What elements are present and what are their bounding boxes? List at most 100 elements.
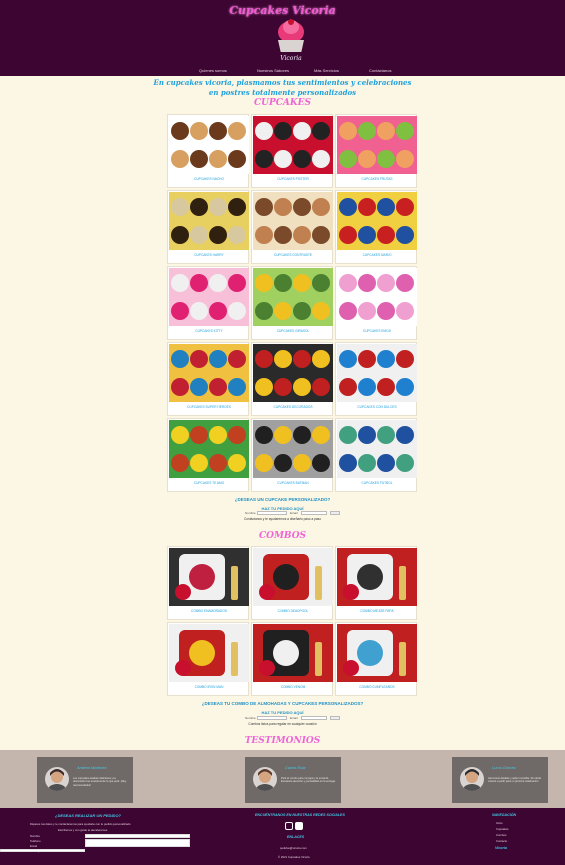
send-button[interactable]	[330, 511, 340, 515]
footer-send-bar[interactable]	[0, 849, 85, 852]
cupcake-photo[interactable]	[337, 192, 417, 250]
svg-text:Vicoria: Vicoria	[280, 55, 302, 62]
cupcake-photo[interactable]	[253, 420, 333, 478]
combo-card[interactable]: COMBO ENAMORADOS	[167, 546, 249, 620]
footer-menu-item[interactable]: Contacto	[496, 839, 507, 843]
cupcake-photo[interactable]	[169, 268, 249, 326]
cupcake-label[interactable]: CUPCAKES HARRY	[168, 253, 250, 257]
cupcake-label[interactable]: CUPCAKES PÓSTER	[252, 177, 334, 181]
cupcake-photo[interactable]	[337, 268, 417, 326]
cupcake-card[interactable]: CUPCAKES MARIO	[335, 190, 417, 264]
cupcake-card[interactable]: CUPCAKES HARRY	[167, 190, 249, 264]
combo-name-input[interactable]	[257, 716, 287, 720]
combo-label[interactable]: COMBO DEADPOOL	[252, 609, 334, 613]
testimonial-text: Hermosos detalles y sabor increíble. Sin…	[488, 777, 541, 784]
combo-card[interactable]: COMBO DEADPOOL	[251, 546, 333, 620]
cupcake-label[interactable]: CUPCAKES CON DULCES	[336, 405, 418, 409]
brand-title[interactable]: Cupcakes Vicoria	[0, 4, 565, 17]
cupcake-photo[interactable]	[337, 420, 417, 478]
cupcake-card[interactable]: CUPCAKES GIRASOL	[251, 266, 333, 340]
combo-photo[interactable]	[253, 624, 333, 682]
email-input[interactable]	[301, 511, 327, 515]
facebook-icon[interactable]	[295, 822, 303, 830]
nav-quienes-somos[interactable]: Quienes somos	[199, 68, 227, 73]
cupcake-card[interactable]: CUPCAKES KITTY	[167, 266, 249, 340]
cupcake-label[interactable]: CUPCAKES BATMAN	[252, 481, 334, 485]
cupcake-label[interactable]: CUPCAKES NACHO	[168, 177, 250, 181]
footer-field-label-name: Nombre	[30, 834, 40, 838]
combo-photo[interactable]	[169, 548, 249, 606]
name-input[interactable]	[257, 511, 287, 515]
cupcake-card[interactable]: CUPCAKES PÓSTER	[251, 114, 333, 188]
combo-ask-note: Combos listos para regalar en cualquier …	[248, 722, 317, 726]
combo-label[interactable]: COMBO CUMPLEAÑOS	[336, 685, 418, 689]
cupcake-label[interactable]: CUPCAKES DECORADOS	[252, 405, 334, 409]
cupcake-photo[interactable]	[337, 116, 417, 174]
cupcake-label[interactable]: CUPCAKES KITTY	[168, 329, 250, 333]
tagline: En cupcakes vicoria, plasmamos tus senti…	[150, 78, 415, 98]
combo-label[interactable]: COMBO VENOM	[252, 685, 334, 689]
cupcake-photo[interactable]	[253, 116, 333, 174]
cupcake-label[interactable]: CUPCAKES GIRASOL	[252, 329, 334, 333]
cupcake-card[interactable]: CUPCAKES SUPER HÉROES	[167, 342, 249, 416]
footer-name-input[interactable]	[85, 834, 190, 838]
cupcake-card[interactable]: CUPCAKES TE AMO	[167, 418, 249, 492]
logo-cupcake-icon[interactable]: Vicoria	[270, 18, 312, 66]
testimonial-name: Andrea Martínez	[77, 765, 107, 770]
footer-menu-item[interactable]: Combos	[496, 833, 506, 837]
combo-send-button[interactable]	[330, 716, 340, 720]
combo-email-input[interactable]	[301, 716, 327, 720]
footer-contact-line-2: Escríbenos y con gusto te atenderemos	[58, 828, 108, 832]
combo-photo[interactable]	[337, 624, 417, 682]
combo-photo[interactable]	[169, 624, 249, 682]
cupcake-label[interactable]: CUPCAKES FÚTBOL	[336, 481, 418, 485]
cupcake-card[interactable]: CUPCAKES NACHO	[167, 114, 249, 188]
cupcake-photo[interactable]	[169, 116, 249, 174]
footer-message-input[interactable]	[85, 839, 190, 847]
cupcake-photo[interactable]	[253, 192, 333, 250]
combo-photo[interactable]	[253, 548, 333, 606]
combo-label[interactable]: COMBO IRON MAN	[168, 685, 250, 689]
cupcake-label[interactable]: CUPCAKES EMOJI	[336, 329, 418, 333]
combo-photo[interactable]	[337, 548, 417, 606]
nav-contacto[interactable]: Contáctanos	[369, 68, 391, 73]
combo-label[interactable]: COMBO ENAMORADOS	[168, 609, 250, 613]
cupcake-card[interactable]: CUPCAKES FRUTAS	[335, 114, 417, 188]
footer-field-label-phone: Teléfono	[30, 839, 41, 843]
combo-label[interactable]: COMBO MEJOR PAPÁ	[336, 609, 418, 613]
footer-menu-item[interactable]: Cupcakes	[496, 827, 508, 831]
cupcake-card[interactable]: CUPCAKES BATMAN	[251, 418, 333, 492]
combo-card[interactable]: COMBO CUMPLEAÑOS	[335, 622, 417, 696]
cupcake-label[interactable]: CUPCAKES FRUTAS	[336, 177, 418, 181]
cupcake-label[interactable]: CUPCAKES SUPER HÉROES	[168, 405, 250, 409]
footer-menu-title: NAVEGACIÓN	[492, 813, 517, 817]
combo-order-link[interactable]: HAZ TU PEDIDO AQUÍ	[0, 710, 565, 715]
combo-card[interactable]: COMBO MEJOR PAPÁ	[335, 546, 417, 620]
cupcake-photo[interactable]	[169, 420, 249, 478]
nav-sabores[interactable]: Nuestros Sabores	[257, 68, 289, 73]
name-label: Nombre	[245, 511, 256, 515]
footer-email[interactable]: pedidos@vicoria.com	[280, 846, 307, 850]
tagline-line-2: en postres totalmente personalizados	[208, 88, 357, 97]
combo-card[interactable]: COMBO VENOM	[251, 622, 333, 696]
cupcake-label[interactable]: CUPCAKES MARIO	[336, 253, 418, 257]
cupcake-card[interactable]: CUPCAKES DECORADOS	[251, 342, 333, 416]
cupcake-card[interactable]: CUPCAKES EMOJI	[335, 266, 417, 340]
instagram-icon[interactable]	[285, 822, 293, 830]
cupcake-photo[interactable]	[337, 344, 417, 402]
combo-card[interactable]: COMBO IRON MAN	[167, 622, 249, 696]
cupcake-photo[interactable]	[169, 192, 249, 250]
nav-servicios[interactable]: Más Servicios	[314, 68, 339, 73]
cupcake-label[interactable]: CUPCAKES CONTRASTE	[252, 253, 334, 257]
cupcake-photo[interactable]	[253, 344, 333, 402]
person-icon	[463, 769, 481, 791]
cupcake-label[interactable]: CUPCAKES TE AMO	[168, 481, 250, 485]
cupcake-photo[interactable]	[169, 344, 249, 402]
cupcake-card[interactable]: CUPCAKES CONTRASTE	[251, 190, 333, 264]
combo-email-label: Email	[290, 716, 298, 720]
cupcake-card[interactable]: CUPCAKES CON DULCES	[335, 342, 417, 416]
cupcake-card[interactable]: CUPCAKES FÚTBOL	[335, 418, 417, 492]
ask-custom-cupcake: ¿DESEAS UN CUPCAKE PERSONALIZADO?	[234, 497, 331, 502]
cupcake-photo[interactable]	[253, 268, 333, 326]
footer-menu-item[interactable]: Inicio	[496, 821, 503, 825]
